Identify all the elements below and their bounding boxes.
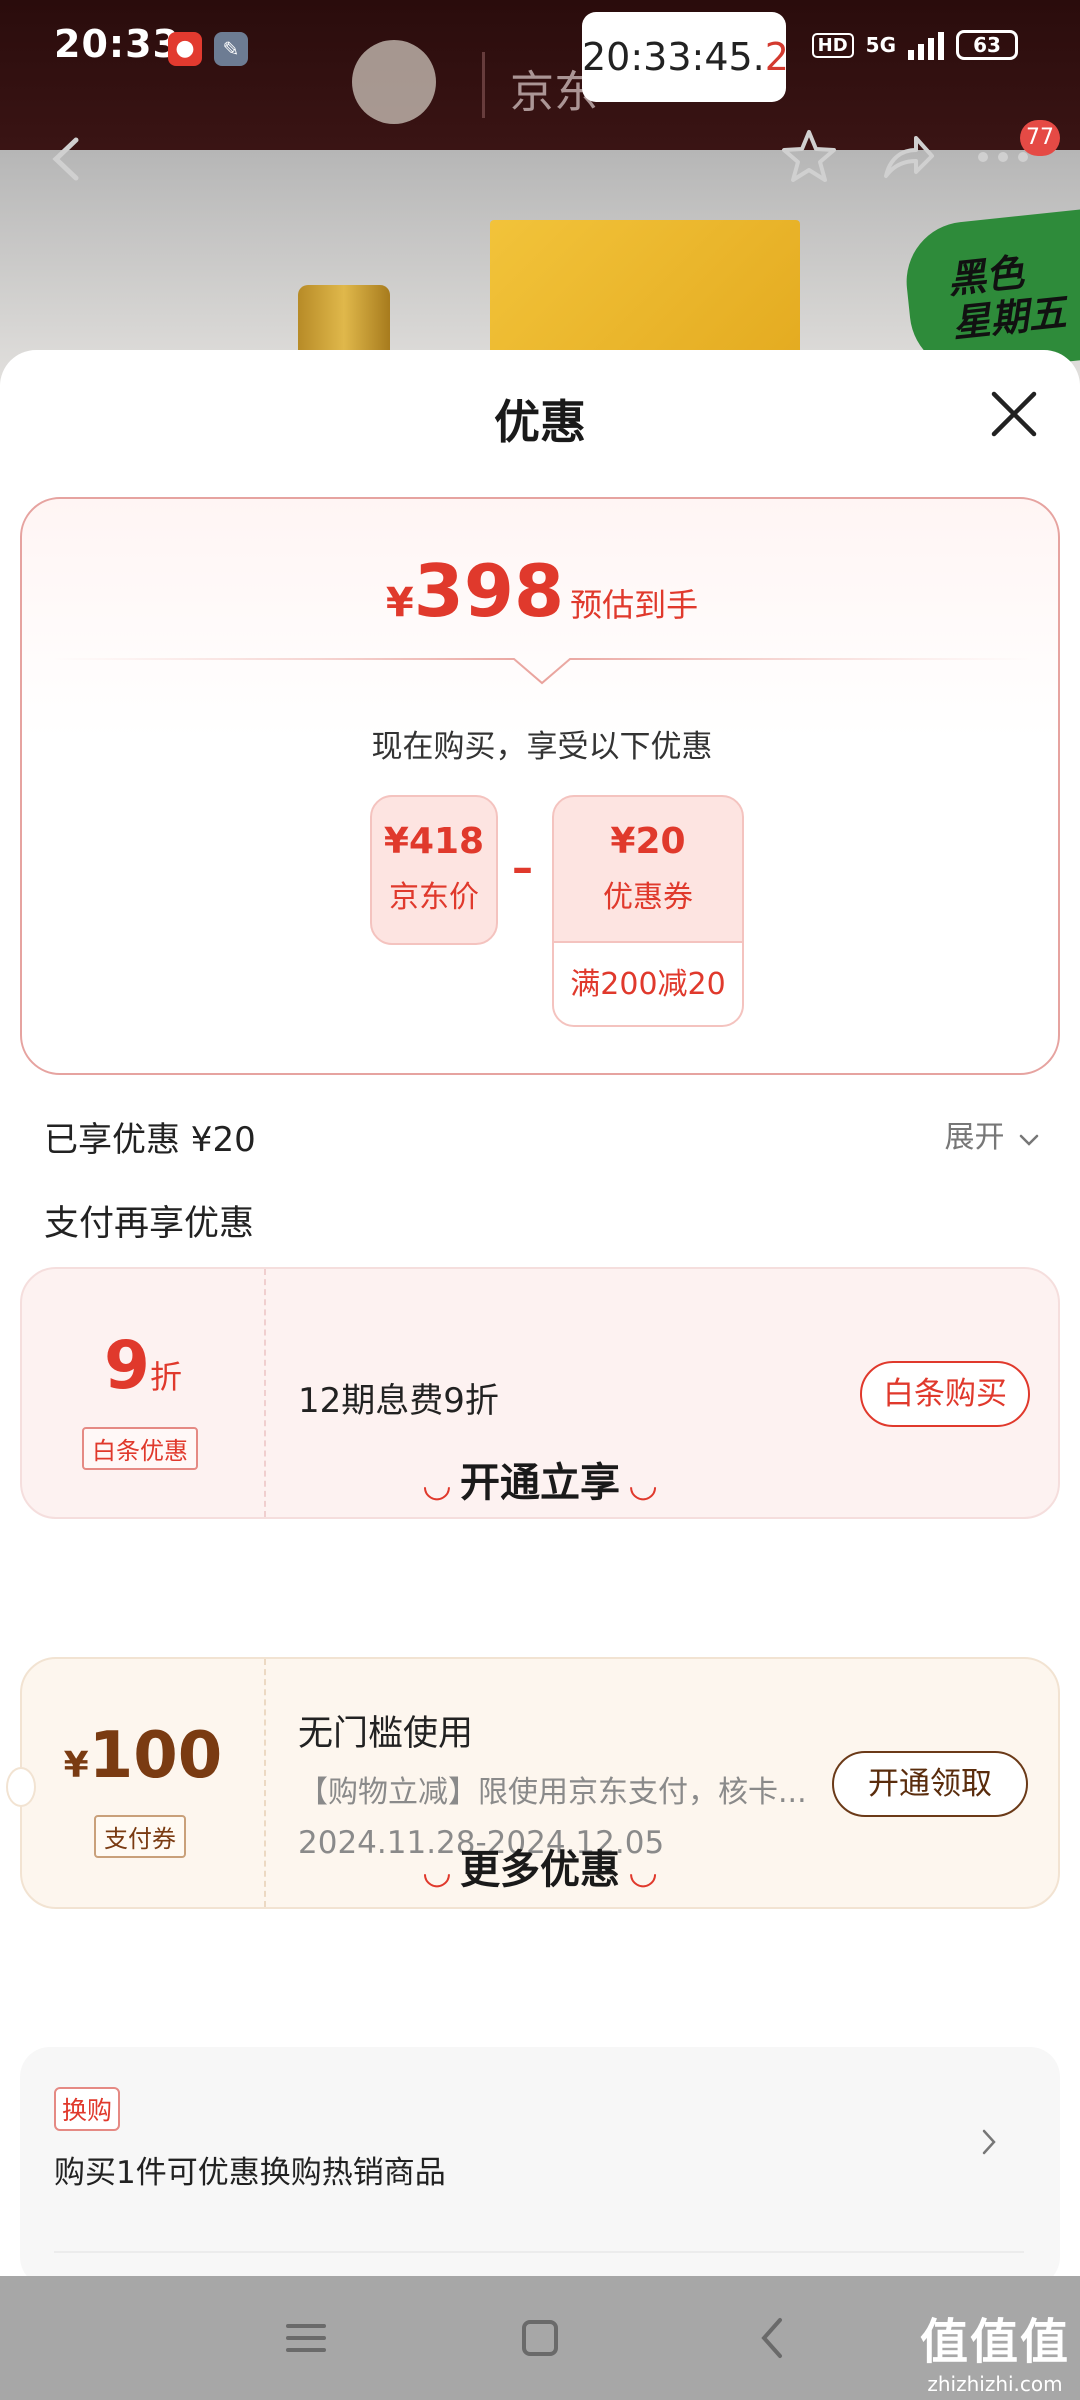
expand-button[interactable]: 展开 [944, 1112, 1040, 1156]
coupon-chip: ¥20 优惠券 满200减20 [552, 795, 744, 1027]
buy-now-text: 现在购买，享受以下优惠 [371, 729, 713, 765]
open-section-header: ◡ 开通立享 ◡ [423, 1460, 657, 1506]
more-badge: 77 [1020, 120, 1060, 156]
smile-icon: ◡ [630, 1465, 657, 1505]
sheet-title: 优惠 [494, 395, 586, 449]
site-watermark: 值值值 zhizhizhi.com [919, 2314, 1070, 2396]
signal-icon [908, 30, 944, 60]
hd-icon: HD [811, 32, 854, 58]
battery-icon: 63 [956, 30, 1018, 60]
open-claim-button[interactable]: 开通领取 [832, 1751, 1028, 1817]
menu-icon[interactable] [278, 2310, 334, 2366]
product-nav-bar [0, 120, 1080, 200]
smile-icon: ◡ [630, 1852, 657, 1892]
clock-chip: 20:33:45.2 [582, 12, 789, 102]
app-notification-icon: ● [168, 32, 202, 66]
back-arrow-icon[interactable] [46, 134, 86, 184]
enjoyed-discount: 已享优惠 ¥20 [44, 1120, 256, 1160]
baitiao-rate: 9折 [104, 1327, 182, 1404]
baitiao-buy-button[interactable]: 白条购买 [860, 1361, 1030, 1427]
network-label: 5G [865, 33, 896, 57]
chevron-right-icon [982, 2129, 996, 2155]
pay-coupon-amount: ¥100 [63, 1719, 223, 1793]
chevron-down-icon [1019, 1134, 1039, 1146]
pay-coupon-title: 无门槛使用 [298, 1714, 474, 1754]
swap-tag: 换购 [54, 2087, 121, 2131]
price-divider [52, 658, 1032, 685]
more-icon[interactable] [976, 150, 1030, 164]
discount-sheet: 优惠 ¥398预估到手 现在购买，享受以下优惠 ¥418 京东价 – ¥20 [0, 350, 1080, 2276]
back-icon[interactable] [746, 2310, 802, 2366]
share-icon[interactable] [880, 130, 936, 184]
estimated-price: ¥398 预估到手 [385, 549, 699, 633]
pay-more-title: 支付再享优惠 [44, 1204, 255, 1244]
minus-sign: – [512, 843, 533, 892]
swap-offer-item[interactable]: 换购 购买1件可优惠换购热销商品 [20, 2047, 1060, 2276]
home-icon[interactable] [512, 2310, 568, 2366]
status-bar: 20:33 ● ✎ 20:33:45.2 HD 5G 63 [0, 0, 1080, 102]
smile-icon: ◡ [423, 1465, 450, 1505]
coupon-condition: 满200减20 [554, 941, 742, 1025]
jd-price-chip: ¥418 京东价 [370, 795, 498, 945]
pay-coupon-subtitle: 【购物立减】限使用京东支付，核卡... [298, 1775, 807, 1810]
swap-desc: 购买1件可优惠换购热销商品 [54, 2155, 446, 2191]
smile-icon: ◡ [423, 1852, 450, 1892]
status-time: 20:33 [54, 22, 180, 66]
black-friday-text: 黑色 星期五 [945, 250, 1069, 346]
price-summary-card: ¥398 预估到手 现在购买，享受以下优惠 ¥418 京东价 – ¥20 优惠券 … [20, 497, 1060, 1075]
favorite-star-icon[interactable] [780, 128, 838, 186]
system-nav-bar [0, 2276, 1080, 2400]
more-section-header: ◡ 更多优惠 ◡ [423, 1847, 657, 1893]
divider [54, 2251, 1024, 2253]
close-icon[interactable] [986, 386, 1042, 442]
baitiao-desc: 12期息费9折 [298, 1381, 499, 1421]
wrench-icon: ✎ [214, 32, 248, 66]
status-right: HD 5G 63 [811, 30, 1018, 60]
